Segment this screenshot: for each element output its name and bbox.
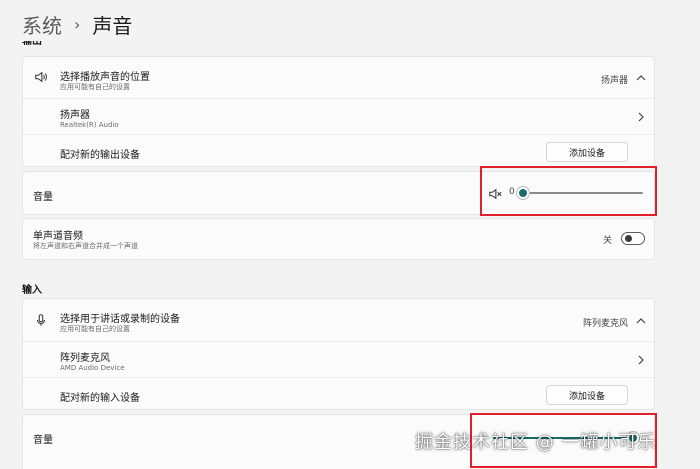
input-section-label: 输入 <box>22 285 42 296</box>
output-volume-label: 音量 <box>33 192 53 203</box>
output-device-item-speaker[interactable]: 扬声器 Realtek(R) Audio <box>23 98 654 134</box>
input-device-item-title: 阵列麦克风 <box>60 353 110 364</box>
breadcrumb-separator: › <box>74 14 81 34</box>
output-volume-highlight-box <box>480 166 657 216</box>
watermark: 掘金技术社区 @ 一罐小可乐 <box>415 432 657 453</box>
output-volume-card: 音量 0 <box>22 166 657 216</box>
input-add-device-button[interactable]: 添加设备 <box>546 385 628 405</box>
chevron-up-icon[interactable] <box>634 71 648 85</box>
input-pair-title: 配对新的输入设备 <box>60 393 140 404</box>
output-device-item-subtitle: Realtek(R) Audio <box>60 121 119 129</box>
input-device-select-title: 选择用于讲话或录制的设备 <box>60 314 180 325</box>
output-device-selected-value: 扬声器 <box>601 76 629 86</box>
output-device-select-subtitle: 应用可能有自己的设置 <box>60 83 130 91</box>
mono-audio-subtitle: 将左声道和右声道合并成一个声道 <box>33 242 138 250</box>
chevron-right-icon[interactable] <box>634 110 648 124</box>
input-device-selected-value: 阵列麦克风 <box>583 319 629 329</box>
mono-audio-title: 单声道音频 <box>33 231 83 242</box>
microphone-icon <box>36 314 46 326</box>
input-volume-label: 音量 <box>33 435 53 446</box>
output-section-label: 输出 <box>22 41 42 49</box>
output-device-select-row[interactable]: 选择播放声音的位置 应用可能有自己的设置 扬声器 <box>23 57 654 98</box>
output-device-item-title: 扬声器 <box>60 110 90 121</box>
input-device-select-row[interactable]: 选择用于讲话或录制的设备 应用可能有自己的设置 阵列麦克风 <box>23 299 654 341</box>
chevron-up-icon[interactable] <box>634 314 648 328</box>
mono-audio-card: 单声道音频 将左声道和右声道合并成一个声道 关 <box>22 218 655 260</box>
input-device-select-subtitle: 应用可能有自己的设置 <box>60 325 130 333</box>
page-title: 声音 <box>92 13 133 38</box>
input-device-item-microphone[interactable]: 阵列麦克风 AMD Audio Device <box>23 341 654 377</box>
output-pair-row: 配对新的输出设备 添加设备 <box>23 134 654 168</box>
breadcrumb: 系统 › 声音 <box>22 8 132 40</box>
mono-audio-state: 关 <box>603 236 613 246</box>
output-add-device-button[interactable]: 添加设备 <box>546 142 628 162</box>
output-device-select-title: 选择播放声音的位置 <box>60 72 150 83</box>
input-device-item-subtitle: AMD Audio Device <box>60 364 125 372</box>
mono-audio-toggle[interactable] <box>621 232 645 245</box>
input-device-card: 选择用于讲话或录制的设备 应用可能有自己的设置 阵列麦克风 阵列麦克风 AMD … <box>22 298 655 410</box>
toggle-knob <box>625 235 632 242</box>
output-section-label-text: 输出 <box>22 41 42 47</box>
chevron-right-icon[interactable] <box>634 353 648 367</box>
breadcrumb-system-link[interactable]: 系统 <box>22 10 62 39</box>
output-device-card: 选择播放声音的位置 应用可能有自己的设置 扬声器 扬声器 Realtek(R) … <box>22 56 655 167</box>
speaker-icon <box>35 71 47 83</box>
input-pair-row: 配对新的输入设备 添加设备 <box>23 377 654 411</box>
output-pair-title: 配对新的输出设备 <box>60 150 140 161</box>
